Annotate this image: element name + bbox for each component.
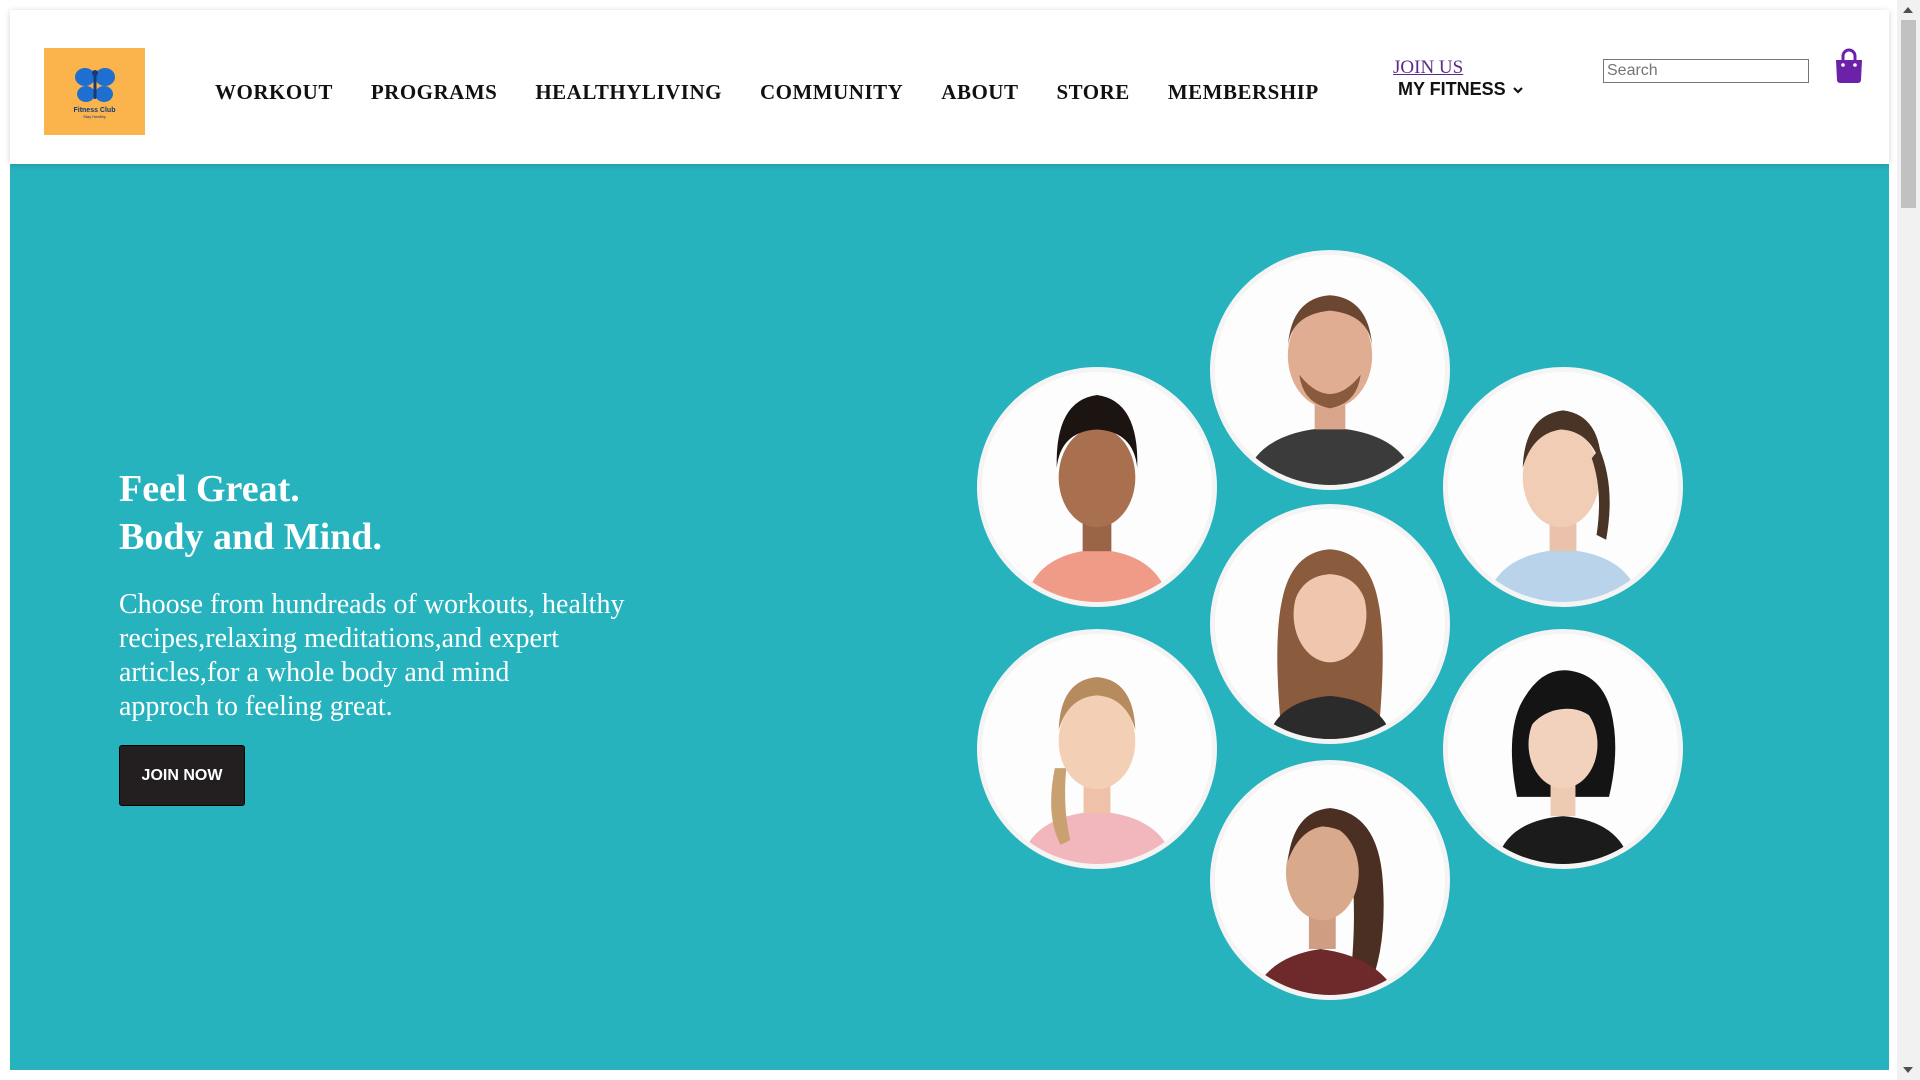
page-scrollbar[interactable] bbox=[1897, 0, 1920, 1080]
instructor-avatar-6 bbox=[1443, 629, 1683, 869]
join-now-button[interactable]: JOIN NOW bbox=[119, 745, 245, 806]
nav-item-programs[interactable]: PROGRAMS bbox=[371, 80, 498, 105]
search-input[interactable] bbox=[1603, 59, 1809, 83]
site-header: Fitness Club Stay Healthy WORKOUT PROGRA… bbox=[10, 10, 1889, 164]
main-nav: WORKOUT PROGRAMS HEALTHYLIVING COMMUNITY… bbox=[215, 80, 1357, 105]
scroll-down-arrow-icon[interactable] bbox=[1903, 1067, 1913, 1073]
brand-logo[interactable]: Fitness Club Stay Healthy bbox=[44, 48, 145, 135]
nav-item-community[interactable]: COMMUNITY bbox=[760, 80, 903, 105]
my-fitness-dropdown[interactable]: MY FITNESS bbox=[1398, 79, 1524, 100]
scrollbar-thumb[interactable] bbox=[1901, 20, 1916, 208]
page: Fitness Club Stay Healthy WORKOUT PROGRA… bbox=[10, 10, 1889, 1070]
hero-text-line: recipes,relaxing meditations,and expert bbox=[119, 623, 560, 654]
shopping-bag-icon[interactable] bbox=[1833, 48, 1865, 84]
nav-item-store[interactable]: STORE bbox=[1056, 80, 1129, 105]
nav-item-about[interactable]: ABOUT bbox=[941, 80, 1018, 105]
instructor-avatar-2 bbox=[977, 367, 1217, 607]
logo-name: Fitness Club bbox=[73, 106, 116, 114]
instructor-avatar-7 bbox=[1210, 760, 1450, 1000]
hero-section: Feel Great. Body and Mind. Choose from h… bbox=[10, 164, 1889, 1070]
instructor-avatar-1 bbox=[1210, 250, 1450, 490]
hero-title: Feel Great. Body and Mind. bbox=[119, 465, 382, 561]
nav-item-membership[interactable]: MEMBERSHIP bbox=[1168, 80, 1319, 105]
nav-item-healthyliving[interactable]: HEALTHYLIVING bbox=[535, 80, 722, 105]
hero-description: Choose from hundreads of workouts, healt… bbox=[119, 588, 679, 724]
scroll-up-arrow-icon[interactable] bbox=[1903, 7, 1913, 13]
nav-item-workout[interactable]: WORKOUT bbox=[215, 80, 333, 105]
butterfly-logo-icon bbox=[74, 67, 115, 102]
join-us-link[interactable]: JOIN US bbox=[1393, 57, 1463, 79]
hero-text-line: articles,for a whole body and mind bbox=[119, 657, 510, 688]
hero-title-line-2: Body and Mind. bbox=[119, 516, 382, 558]
instructor-avatar-4 bbox=[1210, 504, 1450, 744]
my-fitness-label: MY FITNESS bbox=[1398, 79, 1506, 99]
logo-tagline: Stay Healthy bbox=[83, 113, 106, 119]
hero-text-line: approch to feeling great. bbox=[119, 691, 393, 722]
hero-title-line-1: Feel Great. bbox=[119, 468, 300, 510]
hero-text-line: Choose from hundreads of workouts, healt… bbox=[119, 589, 625, 620]
instructor-avatar-3 bbox=[1443, 367, 1683, 607]
instructor-avatar-5 bbox=[977, 629, 1217, 869]
chevron-down-icon bbox=[1512, 86, 1523, 94]
